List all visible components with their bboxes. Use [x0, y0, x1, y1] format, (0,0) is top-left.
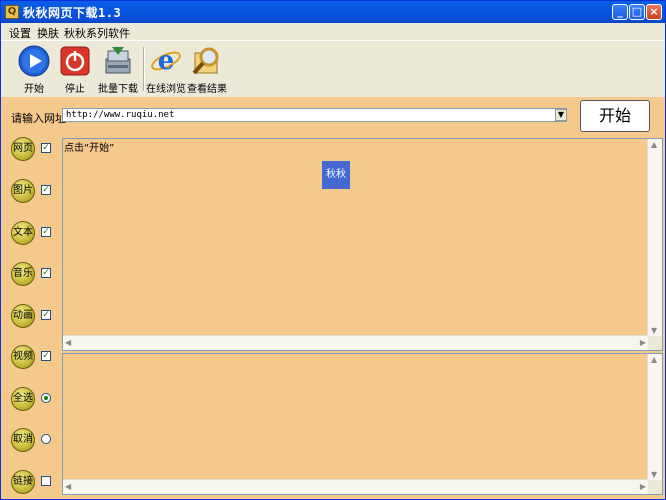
menu-skin[interactable]: 换肤: [37, 25, 59, 41]
option-select-all-label: 全选: [11, 387, 35, 411]
menu-qiuqiu-series[interactable]: 秋秋系列软件: [64, 25, 130, 41]
scroll-left-icon[interactable]: ◀: [65, 482, 71, 491]
option-text-label: 文本: [11, 221, 35, 245]
title-bar[interactable]: Q 秋秋网页下载1.3 _ □ ×: [1, 1, 665, 23]
scroll-down-icon[interactable]: ▼: [651, 470, 657, 479]
url-dropdown-button[interactable]: ▼: [555, 109, 567, 121]
option-animation-label: 动画: [11, 304, 35, 328]
window-title: 秋秋网页下载1.3: [23, 6, 122, 20]
option-text[interactable]: 文本 ✓: [11, 221, 59, 247]
qiuqiu-badge: 秋秋: [322, 161, 350, 189]
url-input[interactable]: http://www.ruqiu.net: [62, 108, 567, 122]
option-video-label: 视频: [11, 345, 35, 369]
batch-download-icon: [102, 45, 134, 77]
option-video-checkbox[interactable]: ✓: [41, 351, 51, 361]
scroll-left-icon[interactable]: ◀: [65, 338, 71, 347]
option-image[interactable]: 图片 ✓: [11, 179, 59, 205]
option-text-checkbox[interactable]: ✓: [41, 227, 51, 237]
scrollbar-corner: [648, 480, 662, 494]
magnifier-icon: [191, 45, 223, 77]
toolbar-batch-download-label: 批量下载: [98, 84, 138, 95]
option-webpage-label: 网页: [11, 137, 35, 161]
play-icon: [18, 45, 50, 77]
top-pane-horizontal-scrollbar[interactable]: ◀ ▶: [63, 335, 648, 350]
scroll-right-icon[interactable]: ▶: [640, 482, 646, 491]
menu-settings[interactable]: 设置: [9, 25, 31, 41]
start-button[interactable]: 开始: [580, 100, 650, 132]
option-music[interactable]: 音乐 ✓: [11, 262, 59, 288]
option-select-all[interactable]: 全选: [11, 387, 59, 413]
option-link-label: 链接: [11, 470, 35, 494]
svg-text:e: e: [158, 46, 175, 76]
url-label: 请输入网址: [11, 112, 66, 125]
option-cancel-radio[interactable]: [41, 434, 51, 444]
option-webpage-checkbox[interactable]: ✓: [41, 143, 51, 153]
top-output-pane[interactable]: 点击“开始” 秋秋 ▲ ▼ ◀ ▶: [62, 138, 663, 351]
main-panel: 请输入网址 http://www.ruqiu.net ▼ 开始 点击“开始” 秋…: [1, 97, 665, 499]
maximize-button[interactable]: □: [629, 4, 645, 20]
option-webpage[interactable]: 网页 ✓: [11, 137, 59, 163]
option-link-checkbox[interactable]: [41, 476, 51, 486]
option-cancel-label: 取消: [11, 428, 35, 452]
scrollbar-corner: [648, 336, 662, 350]
option-music-checkbox[interactable]: ✓: [41, 268, 51, 278]
bottom-pane-horizontal-scrollbar[interactable]: ◀ ▶: [63, 479, 648, 494]
option-select-all-radio[interactable]: [41, 393, 51, 403]
option-link[interactable]: 链接: [11, 470, 59, 496]
minimize-button[interactable]: _: [612, 4, 628, 20]
scroll-up-icon[interactable]: ▲: [651, 140, 657, 149]
pane-hint-text: 点击“开始”: [64, 143, 115, 154]
option-video[interactable]: 视频 ✓: [11, 345, 59, 371]
scroll-down-icon[interactable]: ▼: [651, 326, 657, 335]
toolbar: 开始 停止 批量下载 e 在线浏览 查看结果: [1, 40, 665, 97]
option-music-label: 音乐: [11, 262, 35, 286]
option-cancel[interactable]: 取消: [11, 428, 59, 454]
menu-bar: 设置 换肤 秋秋系列软件: [1, 23, 665, 40]
bottom-output-pane[interactable]: ▲ ▼ ◀ ▶: [62, 353, 663, 495]
app-icon: Q: [5, 5, 19, 19]
ie-browser-icon: e: [150, 45, 182, 77]
toolbar-view-results-button[interactable]: 查看结果: [182, 45, 232, 95]
close-button[interactable]: ×: [646, 4, 662, 20]
option-animation-checkbox[interactable]: ✓: [41, 310, 51, 320]
option-animation[interactable]: 动画 ✓: [11, 304, 59, 330]
chevron-down-icon: ▼: [557, 110, 565, 119]
option-image-label: 图片: [11, 179, 35, 203]
bottom-pane-vertical-scrollbar[interactable]: ▲ ▼: [647, 354, 662, 480]
stop-icon: [59, 45, 91, 77]
app-window: Q 秋秋网页下载1.3 _ □ × 设置 换肤 秋秋系列软件 开始 停止 批量下…: [0, 0, 666, 500]
top-pane-vertical-scrollbar[interactable]: ▲ ▼: [647, 139, 662, 336]
scroll-up-icon[interactable]: ▲: [651, 355, 657, 364]
scroll-right-icon[interactable]: ▶: [640, 338, 646, 347]
toolbar-batch-download-button[interactable]: 批量下载: [93, 45, 143, 95]
option-image-checkbox[interactable]: ✓: [41, 185, 51, 195]
toolbar-view-results-label: 查看结果: [187, 84, 227, 95]
